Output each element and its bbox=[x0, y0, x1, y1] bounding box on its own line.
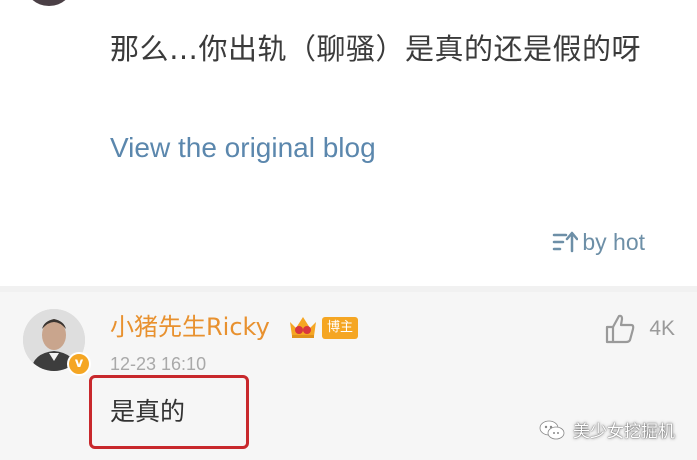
crown-icon bbox=[290, 317, 316, 338]
like-button[interactable]: 4K bbox=[603, 312, 675, 346]
post-text: 那么…你出轨（聊骚）是真的还是假的呀 bbox=[110, 32, 642, 66]
previous-avatar[interactable] bbox=[25, 0, 73, 6]
comment-timestamp: 12-23 16:10 bbox=[110, 354, 207, 374]
sort-icon bbox=[553, 231, 579, 253]
watermark-label: 美少女挖掘机 bbox=[573, 422, 675, 442]
sort-by-hot-button[interactable]: by hot bbox=[552, 226, 645, 258]
verified-badge-icon: v bbox=[67, 352, 91, 376]
sort-label: by hot bbox=[582, 228, 645, 255]
thumbs-up-icon bbox=[606, 314, 635, 344]
like-count: 4K bbox=[649, 317, 675, 340]
comment-text: 是真的 bbox=[110, 397, 186, 426]
view-original-link[interactable]: View the original blog bbox=[110, 130, 376, 166]
watermark: 美少女挖掘机 bbox=[539, 417, 675, 442]
comment-item: v 小猪先生Ricky 博主 12-23 16:10 4K 是真的 美少女挖掘机 bbox=[0, 292, 697, 460]
comment-username[interactable]: 小猪先生Ricky bbox=[110, 312, 270, 342]
role-badge: 博主 bbox=[322, 317, 358, 339]
wechat-icon bbox=[539, 420, 565, 439]
